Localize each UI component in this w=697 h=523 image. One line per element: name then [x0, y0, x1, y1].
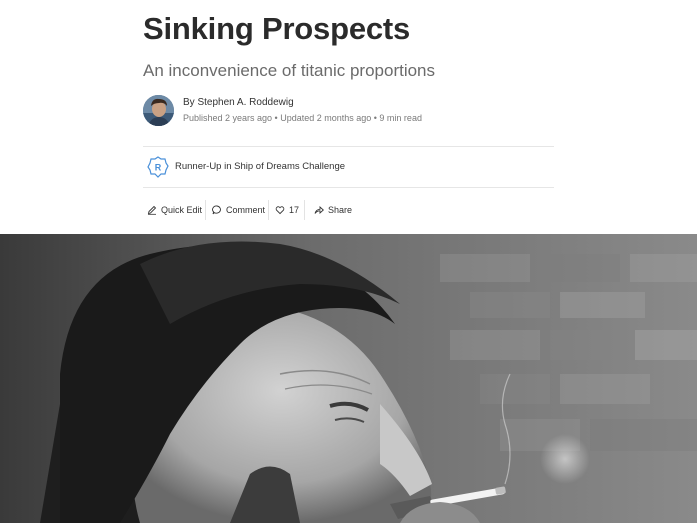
- action-separator: [304, 200, 305, 220]
- divider: [143, 146, 554, 147]
- award-badge[interactable]: R Runner-Up in Ship of Dreams Challenge: [143, 155, 554, 179]
- author-byline: By Stephen A. Roddewig Published 2 years…: [143, 95, 554, 127]
- runner-up-badge-icon: R: [147, 156, 169, 178]
- article-page: Sinking Prospects An inconvenience of ti…: [0, 0, 697, 523]
- article-meta: Published 2 years ago • Updated 2 months…: [183, 113, 422, 123]
- award-text: Runner-Up in Ship of Dreams Challenge: [175, 161, 346, 172]
- share-button[interactable]: Share: [314, 199, 352, 221]
- heart-icon: [275, 206, 285, 215]
- author-avatar[interactable]: [143, 95, 174, 126]
- action-separator: [205, 200, 206, 220]
- hero-image: [0, 234, 697, 523]
- like-button[interactable]: 17: [275, 199, 299, 221]
- pencil-icon: [147, 205, 157, 215]
- article-actions: Quick Edit Comment 17 Share: [143, 199, 554, 221]
- article-title: Sinking Prospects: [143, 11, 411, 46]
- author-name[interactable]: By Stephen A. Roddewig: [183, 97, 294, 108]
- comment-button[interactable]: Comment: [212, 199, 265, 221]
- article-subtitle: An inconvenience of titanic proportions: [143, 61, 436, 80]
- quick-edit-label: Quick Edit: [161, 205, 203, 215]
- badge-letter: R: [155, 163, 162, 173]
- comment-label: Comment: [226, 205, 266, 215]
- like-count: 17: [289, 205, 300, 215]
- divider: [143, 187, 554, 188]
- share-label: Share: [328, 205, 353, 215]
- share-icon: [314, 205, 324, 215]
- comment-icon: [212, 205, 221, 215]
- action-separator: [268, 200, 269, 220]
- quick-edit-button[interactable]: Quick Edit: [147, 199, 202, 221]
- hero-photo-man-smoking: [0, 234, 697, 523]
